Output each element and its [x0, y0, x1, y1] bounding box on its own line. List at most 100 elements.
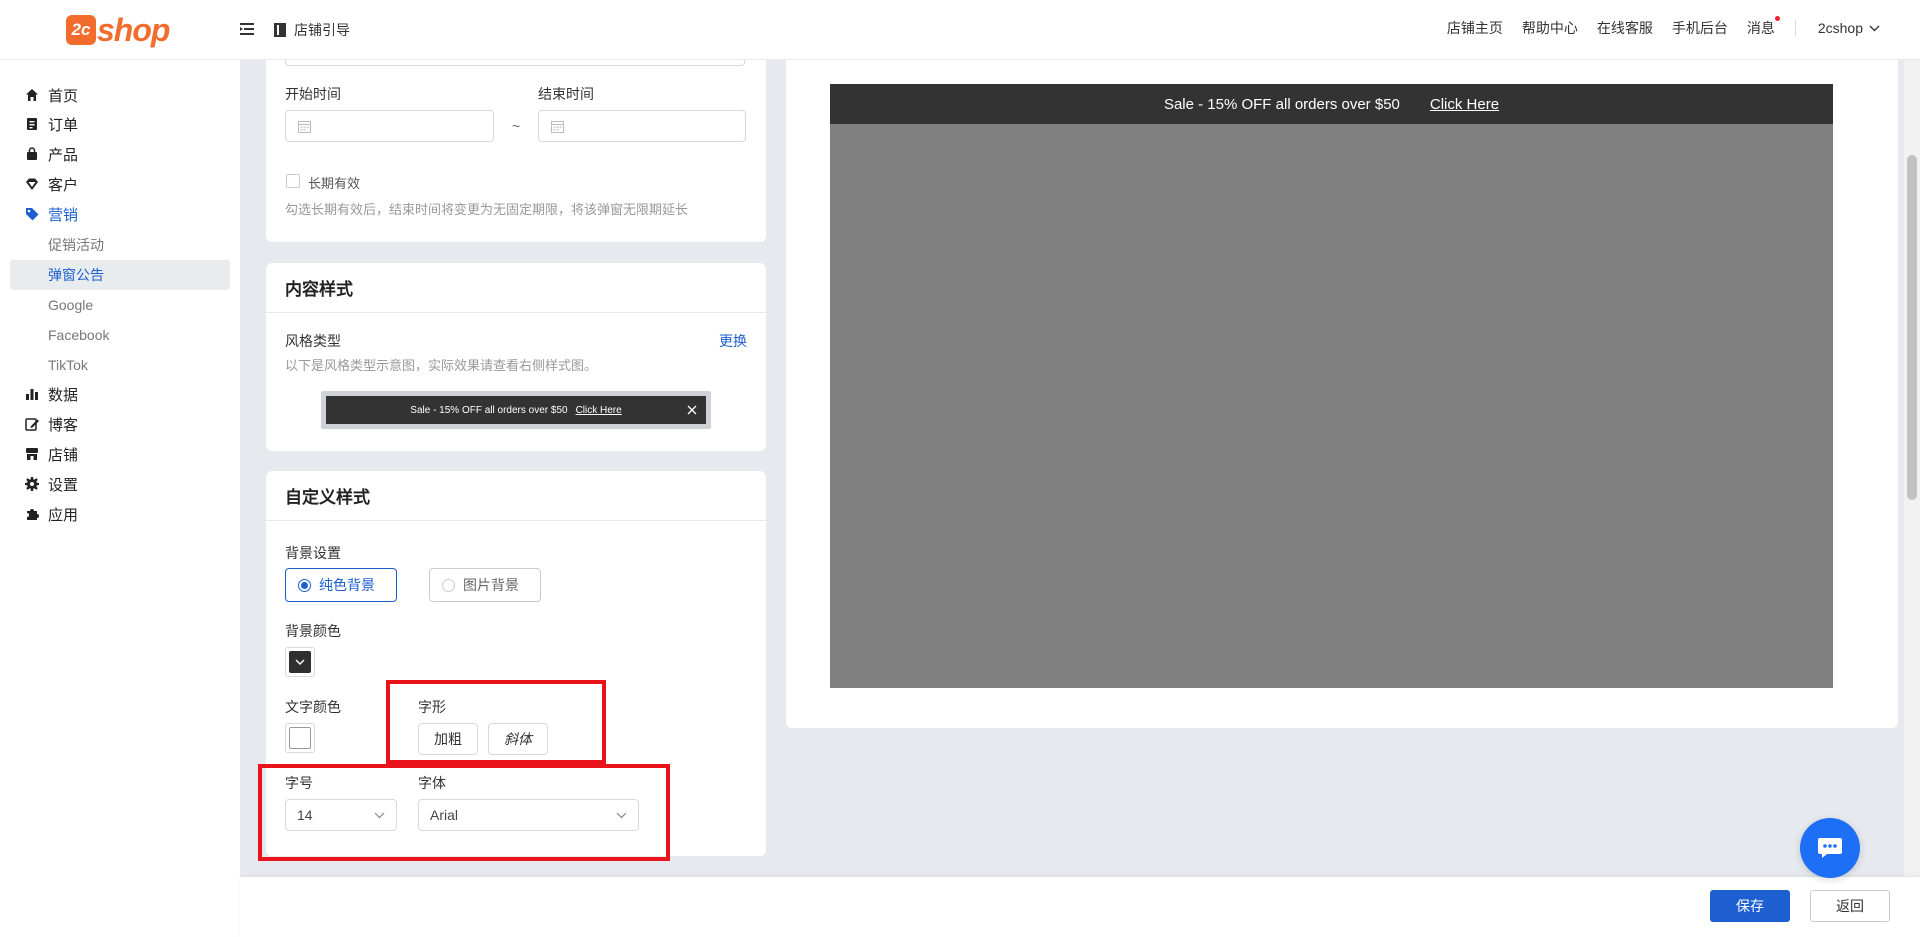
preview-announcement-bar: Sale - 15% OFF all orders over $50 Click…	[830, 84, 1833, 124]
sidebar-item-data[interactable]: 数据	[0, 380, 240, 408]
custom-style-title: 自定义样式	[266, 471, 766, 521]
back-button[interactable]: 返回	[1810, 890, 1890, 922]
calendar-icon	[551, 121, 564, 133]
highlight-font-size-family	[258, 764, 670, 861]
content-style-card: 内容样式 风格类型 更换 以下是风格类型示意图，实际效果请查看右侧样式图。 Sa…	[266, 263, 766, 451]
style-type-label: 风格类型	[285, 333, 341, 349]
bg-color-picker[interactable]	[285, 647, 315, 677]
sidebar-item-orders[interactable]: 订单	[0, 110, 240, 138]
style-type-hint: 以下是风格类型示意图，实际效果请查看右侧样式图。	[285, 358, 598, 373]
sidebar-item-blog[interactable]: 博客	[0, 410, 240, 438]
close-icon	[687, 405, 697, 415]
nav-divider	[1794, 19, 1796, 37]
save-button[interactable]: 保存	[1710, 890, 1790, 922]
top-nav: 店铺主页 帮助中心 在线客服 手机后台 消息 2cshop	[1428, 16, 1880, 38]
long-term-hint: 勾选长期有效后，结束时间将变更为无固定期限，将该弹窗无限期延长	[285, 202, 689, 217]
sidebar-sub-promotions[interactable]: 促销活动	[10, 230, 230, 260]
date-range-separator: ~	[512, 118, 521, 134]
order-icon	[27, 118, 37, 130]
gear-icon	[25, 477, 39, 491]
puzzle-icon	[27, 509, 39, 520]
unread-dot	[1774, 16, 1780, 21]
change-style-link[interactable]: 更换	[719, 331, 747, 351]
menu-toggle-icon[interactable]	[238, 20, 256, 38]
sidebar-sub-google[interactable]: Google	[10, 290, 230, 320]
sidebar-item-settings[interactable]: 设置	[0, 470, 240, 498]
action-footer: 保存 返回	[240, 877, 1920, 937]
time-settings-card: 开始时间 结束时间 ~ 长期有效 勾选长期有效后，结束时间将变更为无固定期限，将…	[266, 60, 766, 242]
title-input[interactable]	[285, 60, 745, 66]
end-time-input[interactable]	[538, 110, 746, 142]
radio-circle	[298, 578, 311, 592]
sidebar-item-label: 博客	[48, 416, 79, 434]
nav-mobile-backend[interactable]: 手机后台	[1672, 18, 1728, 38]
bg-image-label: 图片背景	[463, 577, 519, 593]
sidebar-item-label: 营销	[48, 206, 79, 224]
content-style-title: 内容样式	[266, 263, 766, 313]
main-content: 开始时间 结束时间 ~ 长期有效 勾选长期有效后，结束时间将变更为无固定期限，将…	[240, 60, 1920, 877]
nav-store-home[interactable]: 店铺主页	[1447, 18, 1503, 38]
highlight-font-style	[386, 680, 606, 764]
start-time-input[interactable]	[285, 110, 494, 142]
text-color-picker[interactable]	[285, 723, 315, 753]
chevron-down-icon	[295, 659, 305, 665]
sidebar: 首页 订单 产品 客户 营销 促销活动 弹窗公告 Google Facebook…	[0, 60, 240, 937]
sidebar-item-products[interactable]: 产品	[0, 140, 240, 168]
sidebar-item-label: 订单	[48, 116, 79, 134]
chat-bubble-icon	[1818, 838, 1842, 858]
sidebar-sub-tiktok[interactable]: TikTok	[10, 350, 230, 380]
user-name: 2cshop	[1817, 20, 1863, 36]
text-color-label: 文字颜色	[285, 699, 341, 715]
sidebar-item-label: 客户	[48, 176, 79, 194]
end-time-label: 结束时间	[538, 86, 594, 102]
bg-image-radio[interactable]: 图片背景	[429, 568, 541, 602]
top-header: 2c shop 店铺引导 店铺主页 帮助中心 在线客服 手机后台 消息 2csh…	[0, 0, 1920, 60]
chat-button[interactable]	[1800, 818, 1860, 878]
bg-color-fill	[289, 651, 311, 673]
nav-help-center[interactable]: 帮助中心	[1522, 18, 1578, 38]
preview-panel: Sale - 15% OFF all orders over $50 Click…	[786, 60, 1898, 728]
start-time-label: 开始时间	[285, 86, 341, 102]
bg-color-label: 背景颜色	[285, 623, 341, 639]
sample-bar-text: Sale - 15% OFF all orders over $50	[410, 404, 568, 416]
preview-page-body	[830, 124, 1833, 688]
sidebar-item-marketing[interactable]: 营销	[0, 200, 240, 228]
sidebar-item-label: 设置	[48, 476, 79, 494]
breadcrumb[interactable]: 店铺引导	[274, 20, 350, 40]
logo-text: shop	[97, 11, 170, 48]
nav-messages[interactable]: 消息	[1746, 16, 1780, 38]
sidebar-sub-facebook[interactable]: Facebook	[10, 320, 230, 350]
calendar-icon	[298, 121, 311, 133]
scrollbar-thumb[interactable]	[1907, 155, 1917, 500]
nav-messages-label: 消息	[1746, 20, 1775, 36]
page-scrollbar[interactable]	[1904, 60, 1920, 877]
long-term-checkbox[interactable]	[286, 174, 300, 188]
nav-online-service[interactable]: 在线客服	[1597, 18, 1653, 38]
sidebar-item-label: 数据	[48, 386, 79, 404]
diamond-icon	[26, 178, 38, 190]
bar-chart-icon	[26, 389, 38, 400]
logo[interactable]: 2c shop	[66, 10, 170, 50]
sidebar-item-apps[interactable]: 应用	[0, 500, 240, 528]
preview-bar-link[interactable]: Click Here	[1430, 96, 1499, 113]
sidebar-sub-popup-announcement[interactable]: 弹窗公告	[10, 260, 230, 290]
edit-icon	[25, 418, 39, 431]
sidebar-item-label: 店铺	[48, 446, 79, 464]
sidebar-item-label: 产品	[48, 146, 79, 164]
home-icon	[26, 89, 38, 101]
store-icon	[26, 448, 38, 460]
bg-solid-radio[interactable]: 纯色背景	[285, 568, 397, 602]
logo-mark: 2c	[66, 15, 96, 45]
preview-bar-text: Sale - 15% OFF all orders over $50	[1163, 95, 1400, 113]
radio-circle	[442, 578, 455, 592]
bg-setting-label: 背景设置	[285, 545, 341, 561]
tag-icon	[26, 208, 39, 221]
sidebar-item-customers[interactable]: 客户	[0, 170, 240, 198]
bg-solid-label: 纯色背景	[319, 577, 375, 593]
sidebar-item-store[interactable]: 店铺	[0, 440, 240, 468]
user-menu[interactable]: 2cshop	[1818, 20, 1880, 36]
sample-bar-link: Click Here	[575, 404, 622, 416]
sidebar-item-home[interactable]: 首页	[0, 81, 240, 109]
breadcrumb-label: 店铺引导	[294, 22, 350, 38]
style-sample-bar: Sale - 15% OFF all orders over $50 Click…	[326, 396, 706, 424]
